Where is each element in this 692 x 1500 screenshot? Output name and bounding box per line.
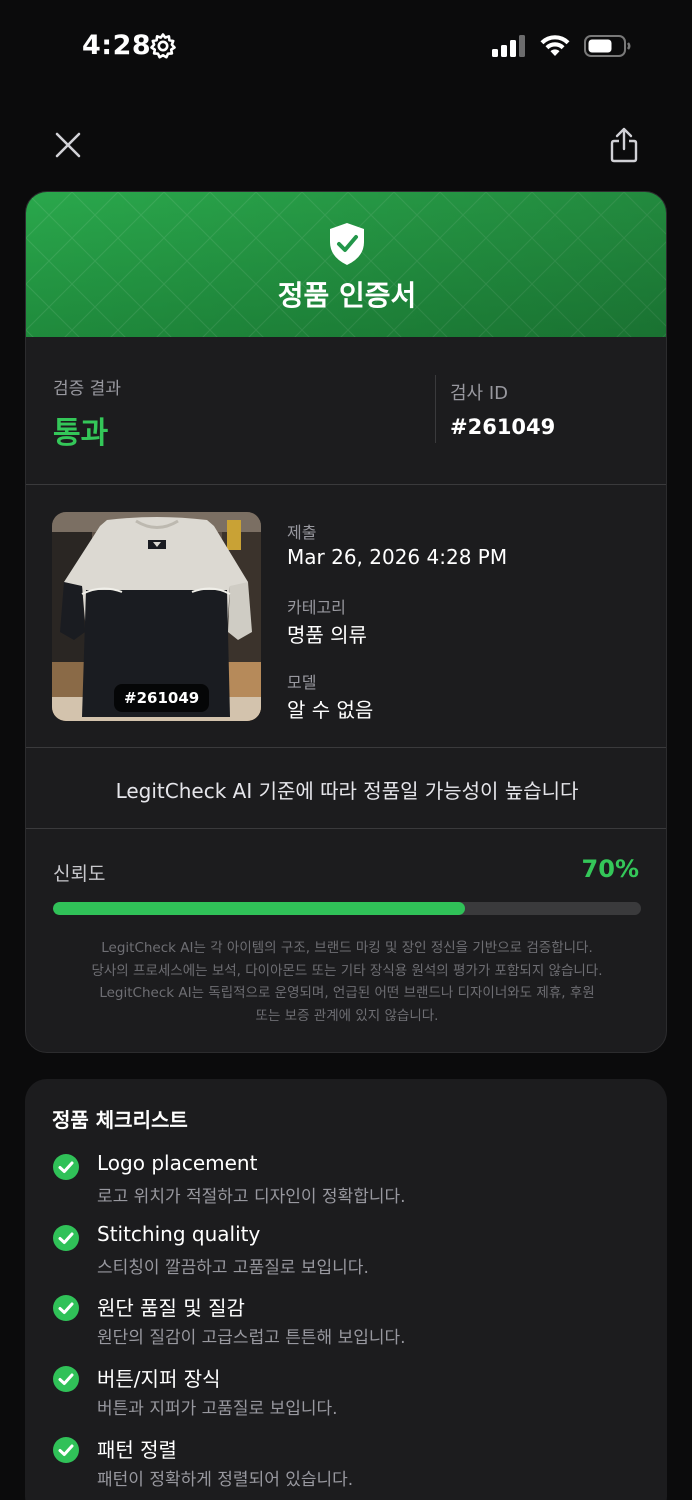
authenticity-statement: LegitCheck AI 기준에 따라 정품일 가능성이 높습니다 bbox=[115, 779, 579, 803]
result-value: 통과 bbox=[53, 416, 109, 451]
result-label: 검증 결과 bbox=[53, 379, 121, 399]
wifi-icon bbox=[540, 35, 570, 56]
disclaimer: LegitCheck AI는 각 아이템의 구조, 브랜드 마킹 및 장인 정신… bbox=[56, 937, 638, 1027]
statement-row: LegitCheck AI 기준에 따라 정품일 가능성이 높습니다 bbox=[26, 748, 666, 829]
status-bar: 4:28 bbox=[0, 0, 692, 95]
checklist-item: 패턴 정렬 패턴이 정확하게 정렬되어 있습니다. bbox=[25, 1434, 667, 1496]
checklist-item-desc: 원단의 질감이 고급스럽고 튼튼해 보입니다. bbox=[97, 1328, 406, 1348]
confidence-label: 신뢰도 bbox=[53, 863, 106, 885]
close-icon bbox=[55, 132, 81, 158]
inspection-id-label: 검사 ID bbox=[450, 383, 509, 404]
category-label: 카테고리 bbox=[287, 598, 346, 617]
share-icon bbox=[610, 127, 638, 163]
check-circle-icon bbox=[53, 1225, 79, 1251]
model-value: 알 수 없음 bbox=[287, 698, 374, 722]
check-circle-icon bbox=[53, 1437, 79, 1463]
checklist-item-name: Logo placement bbox=[97, 1151, 258, 1175]
certificate-title: 정품 인증서 bbox=[277, 279, 417, 312]
inspection-id-value: #261049 bbox=[450, 415, 556, 439]
category-value: 명품 의류 bbox=[287, 623, 367, 647]
close-button[interactable] bbox=[48, 125, 88, 165]
check-circle-icon bbox=[53, 1366, 79, 1392]
confidence-bar-fill bbox=[53, 902, 465, 915]
certificate-card: 정품 인증서 검증 결과 통과 검사 ID #261049 #261049 제출… bbox=[25, 191, 667, 1053]
shield-check-icon bbox=[330, 223, 364, 265]
checklist-title: 정품 체크리스트 bbox=[52, 1108, 188, 1132]
check-circle-icon bbox=[53, 1295, 79, 1321]
share-button[interactable] bbox=[604, 121, 644, 169]
disclaimer-line: LegitCheck AI는 각 아이템의 구조, 브랜드 마킹 및 장인 정신… bbox=[101, 940, 593, 956]
divider bbox=[435, 375, 436, 443]
checklist-item-desc: 패턴이 정확하게 정렬되어 있습니다. bbox=[97, 1470, 354, 1490]
checklist-item: 버튼/지퍼 장식 버튼과 지퍼가 고품질로 보입니다. bbox=[25, 1363, 667, 1425]
disclaimer-line: 또는 보증 관계에 있지 않습니다. bbox=[255, 1007, 439, 1024]
checklist-card: 정품 체크리스트 Logo placement 로고 위치가 적절하고 디자인이… bbox=[25, 1079, 667, 1500]
submitted-value: Mar 26, 2026 4:28 PM bbox=[287, 545, 508, 569]
checklist-item-name: 원단 품질 및 질감 bbox=[97, 1296, 245, 1320]
item-photo[interactable]: #261049 bbox=[52, 512, 261, 721]
checklist-item-name: 패턴 정렬 bbox=[97, 1438, 177, 1462]
checklist-item: Logo placement 로고 위치가 적절하고 디자인이 정확합니다. bbox=[25, 1151, 667, 1213]
model-label: 모델 bbox=[287, 673, 317, 692]
disclaimer-line: 당사의 프로세스에는 보석, 다이아몬드 또는 기타 장식용 원석의 평가가 포… bbox=[91, 962, 603, 979]
signal-icon bbox=[492, 35, 525, 57]
certificate-header: 정품 인증서 bbox=[26, 192, 666, 337]
top-navigation bbox=[0, 115, 692, 175]
item-id-badge: #261049 bbox=[114, 684, 210, 712]
battery-icon bbox=[584, 35, 631, 57]
checklist-item-name: Stitching quality bbox=[97, 1222, 261, 1246]
confidence-bar bbox=[53, 902, 641, 915]
result-row: 검증 결과 통과 검사 ID #261049 bbox=[26, 337, 666, 485]
checklist-item-name: 버튼/지퍼 장식 bbox=[97, 1367, 221, 1391]
confidence-value: 70% bbox=[581, 855, 639, 883]
check-circle-icon bbox=[53, 1154, 79, 1180]
disclaimer-line: LegitCheck AI는 독립적으로 운영되며, 언급된 어떤 브랜드나 디… bbox=[99, 985, 595, 1001]
checklist-item-desc: 버튼과 지퍼가 고품질로 보입니다. bbox=[97, 1399, 338, 1419]
status-time: 4:28 bbox=[82, 30, 152, 61]
checklist-item: Stitching quality 스티칭이 깔끔하고 고품질로 보입니다. bbox=[25, 1222, 667, 1284]
gear-icon bbox=[150, 33, 176, 59]
checklist-item-desc: 로고 위치가 적절하고 디자인이 정확합니다. bbox=[97, 1187, 406, 1207]
checklist-item: 원단 품질 및 질감 원단의 질감이 고급스럽고 튼튼해 보입니다. bbox=[25, 1292, 667, 1354]
checklist-item-desc: 스티칭이 깔끔하고 고품질로 보입니다. bbox=[97, 1258, 369, 1278]
detail-row: #261049 제출 Mar 26, 2026 4:28 PM 카테고리 명품 … bbox=[26, 485, 666, 748]
submitted-label: 제출 bbox=[287, 523, 317, 542]
